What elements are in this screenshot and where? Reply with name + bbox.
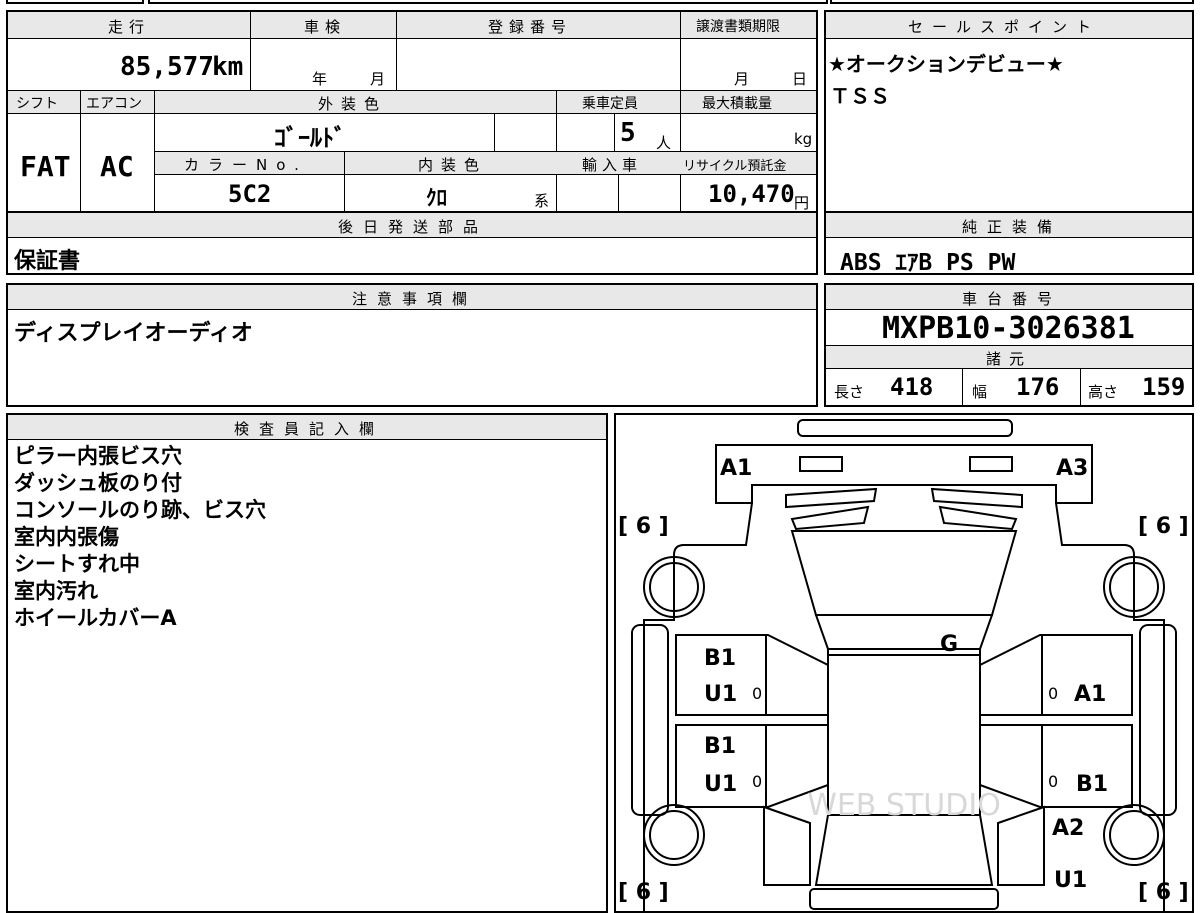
tire-mark-top-left: [ 6 ] xyxy=(618,514,669,539)
inspector-note: 室内汚れ xyxy=(14,579,98,603)
length-label: 長さ xyxy=(834,383,865,401)
zero-mark: 0 xyxy=(1048,772,1058,791)
sales-point-panel: セールスポイント ★オークションデビュー★ ＴＳＳ xyxy=(824,10,1194,213)
zero-mark: 0 xyxy=(752,684,762,703)
mark-left-rear-door-bottom: U1 xyxy=(704,772,737,797)
mark-right-front-door: A1 xyxy=(1074,682,1106,707)
transfer-deadline-label: 譲渡書類期限 xyxy=(696,19,780,35)
color-no-value: 5C2 xyxy=(228,180,272,208)
mark-right-rear-door: B1 xyxy=(1076,772,1108,797)
notes-panel: 注意事項欄 ディスプレイオーディオ xyxy=(6,283,818,407)
inspection-month-unit: 月 xyxy=(370,70,386,88)
interior-value: ｸﾛ xyxy=(426,186,447,210)
mark-front-left: A1 xyxy=(720,456,752,481)
sales-point-line-2: ＴＳＳ xyxy=(830,84,890,108)
load-label: 最大積載量 xyxy=(702,96,772,112)
recycle-value: 10,470 xyxy=(708,180,795,208)
tire-mark-bottom-right: [ 6 ] xyxy=(1138,880,1189,905)
ac-value: AC xyxy=(100,150,134,183)
width-label: 幅 xyxy=(972,383,988,401)
inspector-note: 室内内張傷 xyxy=(14,525,119,549)
inspector-note: コンソールのり跡、ビス穴 xyxy=(14,498,266,522)
inspection-label: 車検 xyxy=(304,18,347,36)
later-parts-panel: 後日発送部品 保証書 xyxy=(6,211,818,275)
shift-value: FAT xyxy=(20,150,71,183)
later-parts-value: 保証書 xyxy=(14,249,81,274)
car-diagram: WEB STUDIO A1 A3 G B1 U1 B1 U1 A1 B1 A2 … xyxy=(618,419,1189,911)
registration-label: 登録番号 xyxy=(488,18,573,36)
chassis-title: 車台番号 xyxy=(962,290,1063,308)
inspector-note: ピラー内張ビス穴 xyxy=(14,444,182,468)
inspector-panel: 検査員記入欄 ピラー内張ビス穴 ダッシュ板のり付 コンソールのり跡、ビス穴 室内… xyxy=(6,413,608,913)
notes-title: 注意事項欄 xyxy=(352,290,478,308)
inspector-notes: ピラー内張ビス穴 ダッシュ板のり付 コンソールのり跡、ビス穴 室内内張傷 シート… xyxy=(14,443,594,632)
mark-front-right: A3 xyxy=(1056,456,1088,481)
ac-label: エアコン xyxy=(86,96,142,112)
equipment-value: ABS ｴｱB PS PW xyxy=(840,250,1016,276)
later-parts-title: 後日発送部品 xyxy=(338,218,489,236)
mileage-unit: km xyxy=(212,52,244,82)
mark-left-front-door-top: B1 xyxy=(704,646,736,671)
equipment-title: 純正装備 xyxy=(962,218,1063,236)
top-strip xyxy=(6,0,1194,6)
mark-left-rear-door-top: B1 xyxy=(704,734,736,759)
transfer-month-unit: 月 xyxy=(734,70,750,88)
capacity-unit: 人 xyxy=(656,134,672,152)
inspector-note: ダッシュ板のり付 xyxy=(14,471,182,495)
recycle-unit: 円 xyxy=(794,194,810,212)
interior-label: 内装色 xyxy=(418,156,488,174)
import-label: 輸入車 xyxy=(582,156,643,174)
exterior-value: ｺﾞｰﾙﾄﾞ xyxy=(274,124,346,152)
tire-mark-bottom-left: [ 6 ] xyxy=(618,880,669,905)
load-unit: kg xyxy=(794,130,813,148)
chassis-panel: 車台番号 MXPB10-3026381 諸元 長さ 418 幅 176 高さ 1… xyxy=(824,283,1194,407)
chassis-number: MXPB10-3026381 xyxy=(882,311,1135,346)
inspector-note: シートすれ中 xyxy=(14,552,140,576)
shift-label: シフト xyxy=(16,96,58,112)
color-no-label: カラーNo. xyxy=(184,156,308,174)
mileage-label: 走行 xyxy=(108,18,151,36)
capacity-label: 乗車定員 xyxy=(582,96,638,112)
exterior-label: 外装色 xyxy=(318,95,388,113)
height-value: 159 xyxy=(1142,373,1186,401)
equipment-panel: 純正装備 ABS ｴｱB PS PW xyxy=(824,211,1194,276)
mark-right-rear-fender: A2 xyxy=(1052,816,1084,841)
inspector-title: 検査員記入欄 xyxy=(234,420,385,438)
recycle-label: リサイクル預託金 xyxy=(683,159,787,174)
inspection-year-unit: 年 xyxy=(312,70,328,88)
car-diagram-panel: WEB STUDIO A1 A3 G B1 U1 B1 U1 A1 B1 A2 … xyxy=(614,413,1194,913)
watermark: WEB STUDIO xyxy=(807,788,1001,823)
sales-point-title: セールスポイント xyxy=(908,18,1101,36)
mark-glass: G xyxy=(940,632,958,657)
mark-right-rear-bottom: U1 xyxy=(1054,868,1087,893)
tire-mark-top-right: [ 6 ] xyxy=(1138,514,1189,539)
mileage-value: 85,577 xyxy=(120,52,214,82)
notes-value: ディスプレイオーディオ xyxy=(14,321,253,346)
length-value: 418 xyxy=(890,373,934,401)
interior-suffix: 系 xyxy=(534,192,550,210)
zero-mark: 0 xyxy=(752,772,762,791)
height-label: 高さ xyxy=(1088,383,1119,401)
vehicle-info-table: 走行 車検 登録番号 譲渡書類期限 85,577 km 年 月 月 日 シフト … xyxy=(6,10,818,213)
inspector-note: ホイールカバーA xyxy=(14,606,177,630)
width-value: 176 xyxy=(1016,373,1060,401)
capacity-value: 5 xyxy=(620,118,636,148)
transfer-day-unit: 日 xyxy=(792,70,808,88)
mark-left-front-door-bottom: U1 xyxy=(704,682,737,707)
zero-mark: 0 xyxy=(1048,684,1058,703)
dimensions-title: 諸元 xyxy=(986,350,1033,368)
sales-point-line-1: ★オークションデビュー★ xyxy=(828,52,1064,76)
